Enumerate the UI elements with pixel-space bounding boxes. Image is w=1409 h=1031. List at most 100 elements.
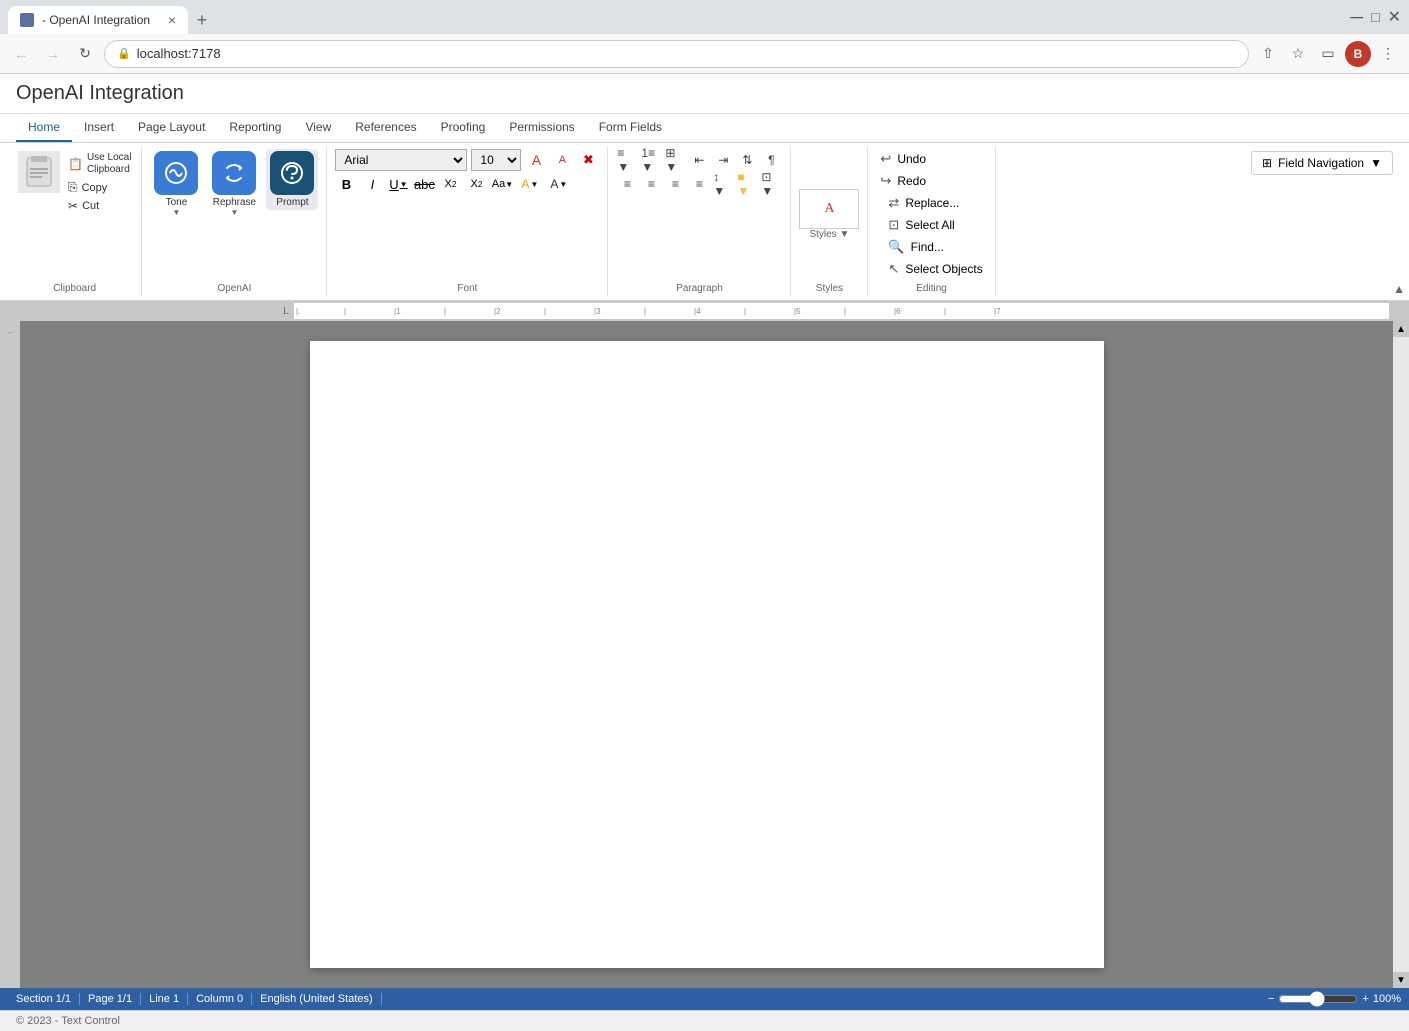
select-all-btn[interactable]: ⊡ Select All xyxy=(884,215,986,235)
menu-btn[interactable]: ⋮ xyxy=(1375,41,1401,67)
minimize-icon[interactable]: ─ xyxy=(1350,7,1363,28)
address-bar[interactable]: 🔒 localhost:7178 xyxy=(104,40,1249,68)
tab-page-layout[interactable]: Page Layout xyxy=(126,114,217,142)
rephrase-label: Rephrase xyxy=(213,197,256,208)
zoom-controls: − + 100% xyxy=(1268,991,1401,1007)
redo-btn[interactable]: ↪ Redo xyxy=(876,171,930,191)
document-area: ↑ ▲ ▼ xyxy=(0,321,1409,988)
find-btn[interactable]: 🔍 Find... xyxy=(884,237,986,257)
rephrase-btn[interactable]: Rephrase ▼ xyxy=(208,149,260,219)
vertical-ruler: ↑ xyxy=(0,321,20,988)
tab-form-fields[interactable]: Form Fields xyxy=(587,114,674,142)
reload-btn[interactable]: ↻ xyxy=(72,41,98,67)
font-size-select[interactable]: 10 11 12 14 xyxy=(471,149,521,171)
document-page[interactable] xyxy=(310,341,1104,968)
clipboard-group: 📋 Use LocalClipboard ⎘ Copy ✂ Cut Cl xyxy=(8,147,142,296)
share-btn[interactable]: ⇧ xyxy=(1255,41,1281,67)
restore-icon[interactable]: □ xyxy=(1371,9,1379,25)
align-center-btn[interactable]: ≡ xyxy=(640,173,662,195)
status-bar: Section 1/1 Page 1/1 Line 1 Column 0 Eng… xyxy=(0,988,1409,1010)
profile-btn[interactable]: B xyxy=(1345,41,1371,67)
font-case-btn[interactable]: Aa ▼ xyxy=(491,173,513,195)
scroll-down-btn[interactable]: ▼ xyxy=(1393,972,1409,988)
show-formatting-btn[interactable]: ¶ xyxy=(760,149,782,171)
grow-font-btn[interactable]: A xyxy=(525,149,547,171)
bookmark-btn[interactable]: ☆ xyxy=(1285,41,1311,67)
styles-dropdown[interactable]: Styles ▼ xyxy=(809,229,849,240)
strikethrough-btn[interactable]: abc xyxy=(413,173,435,195)
replace-icon: ⇄ xyxy=(888,195,899,211)
tone-icon xyxy=(154,151,198,195)
shading-btn[interactable]: ■ ▼ xyxy=(736,173,758,195)
zoom-in-icon[interactable]: + xyxy=(1362,993,1368,1005)
undo-label: Undo xyxy=(897,152,926,166)
tone-btn[interactable]: Tone ▼ xyxy=(150,149,202,219)
field-nav-icon: ⊞ xyxy=(1262,156,1272,170)
zoom-level: 100% xyxy=(1373,993,1401,1005)
field-nav-btn[interactable]: ⊞ Field Navigation ▼ xyxy=(1251,151,1393,175)
paste-icon xyxy=(18,151,60,193)
select-all-label: Select All xyxy=(905,218,954,232)
align-right-btn[interactable]: ≡ xyxy=(664,173,686,195)
ruler-corner[interactable]: L xyxy=(278,303,294,319)
bold-btn[interactable]: B xyxy=(335,173,357,195)
superscript-btn[interactable]: X2 xyxy=(465,173,487,195)
align-left-btn[interactable]: ≡ xyxy=(616,173,638,195)
use-local-clipboard-btn[interactable]: 📋 Use LocalClipboard xyxy=(66,151,133,177)
horizontal-ruler: |. | |1 | |2 | |3 | |4 | |5 | |6 | |7 xyxy=(294,303,1389,319)
highlight-color-btn[interactable]: A ▼ xyxy=(517,175,542,193)
scroll-up-btn[interactable]: ▲ xyxy=(1393,321,1409,337)
tab-proofing[interactable]: Proofing xyxy=(429,114,498,142)
tab-references[interactable]: References xyxy=(343,114,428,142)
tab-reporting[interactable]: Reporting xyxy=(217,114,293,142)
multilevel-list-btn[interactable]: ⊞ ▼ xyxy=(664,149,686,171)
font-family-select[interactable]: Arial Times New Roman Calibri xyxy=(335,149,467,171)
borders-btn[interactable]: ⊡ ▼ xyxy=(760,173,782,195)
openai-group-label: OpenAI xyxy=(217,279,251,294)
cut-btn[interactable]: ✂ Cut xyxy=(66,198,133,214)
underline-btn[interactable]: U ▼ xyxy=(387,173,409,195)
browser-tab-active[interactable]: - OpenAI Integration × xyxy=(8,6,188,34)
tab-permissions[interactable]: Permissions xyxy=(497,114,586,142)
highlight-icon: A xyxy=(521,177,529,191)
sidebar-toggle-btn[interactable]: ▭ xyxy=(1315,41,1341,67)
rephrase-chevron: ▼ xyxy=(230,208,238,217)
numbering-btn[interactable]: 1≡ ▼ xyxy=(640,149,662,171)
subscript-btn[interactable]: X2 xyxy=(439,173,461,195)
decrease-indent-btn[interactable]: ⇤ xyxy=(688,149,710,171)
status-language: English (United States) xyxy=(252,993,382,1005)
paste-btn[interactable] xyxy=(16,149,62,195)
copy-btn[interactable]: ⎘ Copy xyxy=(66,179,133,196)
increase-indent-btn[interactable]: ⇥ xyxy=(712,149,734,171)
footer: © 2023 - Text Control xyxy=(0,1010,1409,1031)
app-title: OpenAI Integration xyxy=(0,74,1409,114)
bullets-btn[interactable]: ≡ ▼ xyxy=(616,149,638,171)
font-color-btn[interactable]: A ▼ xyxy=(546,175,571,193)
line-spacing-btn[interactable]: ↕ ▼ xyxy=(712,173,734,195)
undoredo-group-content: ↩ Undo ↪ Redo ⇄ Replace... xyxy=(876,149,986,279)
undo-btn[interactable]: ↩ Undo xyxy=(876,149,930,169)
prompt-btn[interactable]: Prompt xyxy=(266,149,318,210)
shrink-font-btn[interactable]: A xyxy=(551,149,573,171)
forward-btn[interactable]: → xyxy=(40,41,66,67)
clear-format-btn[interactable]: ✖ xyxy=(577,149,599,171)
document-scroll[interactable] xyxy=(20,321,1393,988)
clipboard-group-label: Clipboard xyxy=(53,279,96,294)
zoom-slider[interactable] xyxy=(1278,991,1358,1007)
replace-btn[interactable]: ⇄ Replace... xyxy=(884,193,986,213)
cut-icon: ✂ xyxy=(68,199,78,213)
italic-btn[interactable]: I xyxy=(361,173,383,195)
tab-insert[interactable]: Insert xyxy=(72,114,126,142)
para-align-row: ≡ ≡ ≡ ≡ ↕ ▼ ■ ▼ ⊡ ▼ xyxy=(616,173,782,195)
collapse-ribbon-btn[interactable]: ▲ xyxy=(1393,282,1405,296)
back-btn[interactable]: ← xyxy=(8,41,34,67)
tab-close-btn[interactable]: × xyxy=(168,12,176,28)
tab-home[interactable]: Home xyxy=(16,114,72,142)
select-objects-btn[interactable]: ↖ Select Objects xyxy=(884,259,986,279)
justify-btn[interactable]: ≡ xyxy=(688,173,710,195)
close-icon[interactable]: ✕ xyxy=(1388,7,1401,27)
tab-view[interactable]: View xyxy=(293,114,343,142)
sort-btn[interactable]: ⇅ xyxy=(736,149,758,171)
zoom-out-icon[interactable]: − xyxy=(1268,993,1274,1005)
new-tab-btn[interactable]: + xyxy=(188,6,216,34)
